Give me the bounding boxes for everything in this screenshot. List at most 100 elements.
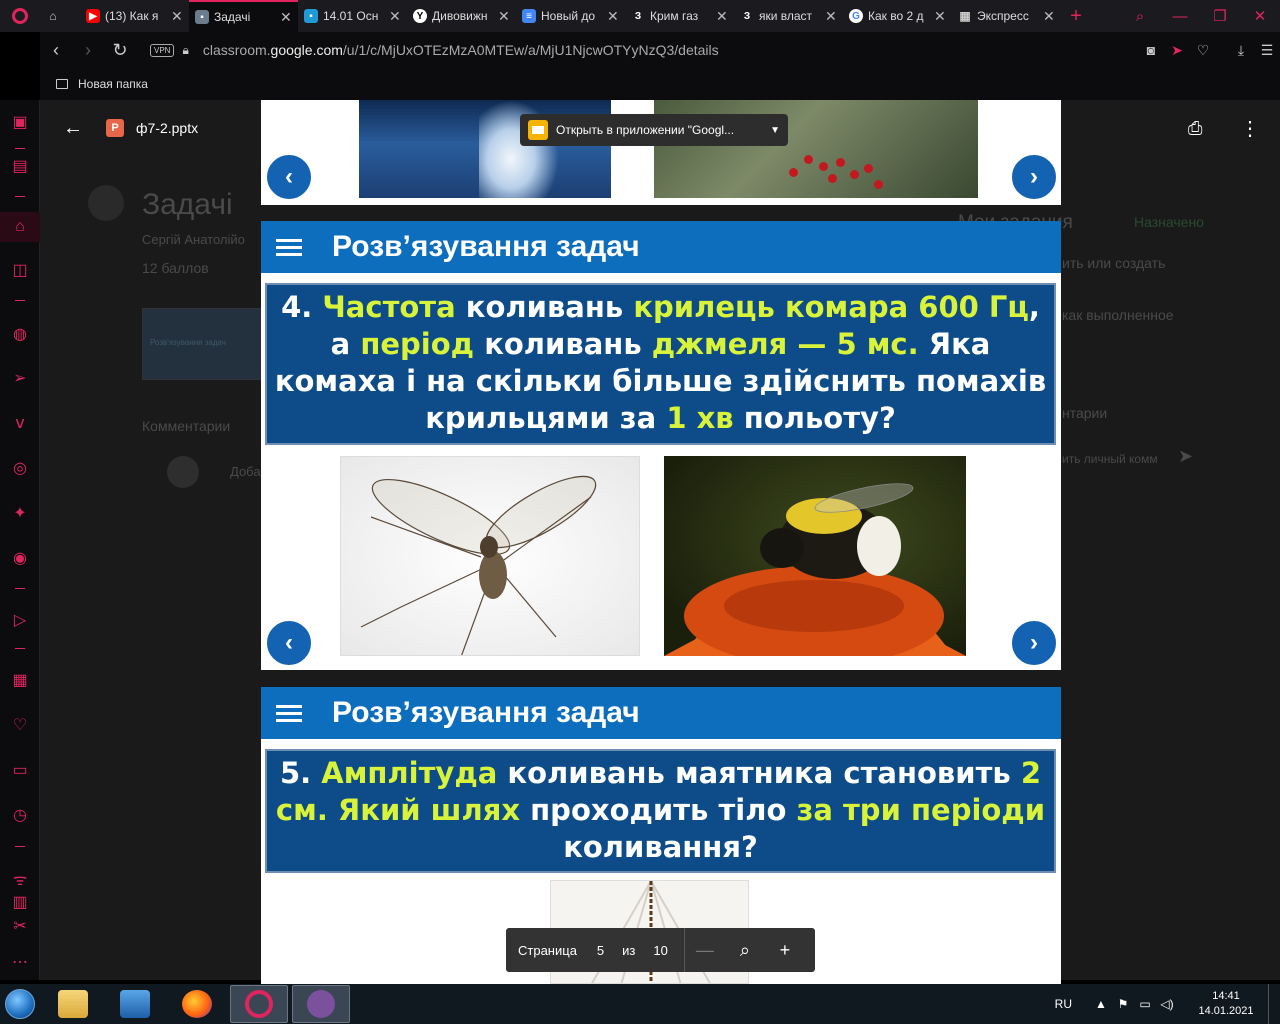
open-in-app-button[interactable]: Открыть в приложении "Googl... ▼ xyxy=(520,114,788,146)
slide-next-button[interactable]: › xyxy=(1010,153,1058,201)
wifi-icon[interactable]: ᯤ xyxy=(0,868,40,890)
twitter-icon[interactable]: ✦ xyxy=(0,503,40,523)
camera-icon[interactable]: ◙ xyxy=(1138,42,1164,59)
close-tab-icon[interactable]: ✕ xyxy=(1043,8,1055,25)
tab-title: 14.01 Осн xyxy=(323,9,379,23)
minimize-icon[interactable]: — xyxy=(1160,8,1200,25)
close-window-icon[interactable]: ✕ xyxy=(1240,7,1280,25)
discord-icon[interactable]: ◉ xyxy=(0,548,40,568)
extensions-icon[interactable]: ▦ xyxy=(0,670,40,690)
close-tab-icon[interactable]: ✕ xyxy=(389,8,401,25)
print-icon[interactable]: ⎙ xyxy=(1188,118,1202,139)
sidebar-divider xyxy=(15,588,25,589)
clock[interactable]: 14:41 14.01.2021 xyxy=(1184,989,1268,1019)
forward-icon[interactable]: › xyxy=(72,40,104,61)
tab-title: Задачі xyxy=(214,10,251,24)
whatsapp-icon[interactable]: ◍ xyxy=(0,324,40,344)
news-icon[interactable]: ▭ xyxy=(0,760,40,780)
tab-9[interactable]: ▦ Экспресс ✕ xyxy=(952,0,1061,32)
sidebar-divider xyxy=(15,648,25,649)
home-icon[interactable]: ⌂ xyxy=(0,218,40,236)
start-button[interactable] xyxy=(0,984,40,1024)
search-icon[interactable]: ⌕ xyxy=(1120,8,1160,25)
vk-icon[interactable]: ⅴ xyxy=(0,413,40,433)
opera-menu-icon[interactable] xyxy=(0,0,40,32)
flag-icon[interactable]: ⚑ xyxy=(1112,997,1134,1011)
tools-icon[interactable]: ✂ xyxy=(0,916,40,936)
twitch-icon[interactable]: ▤ xyxy=(0,156,40,176)
question-highlight: 600 Гц xyxy=(918,290,1029,324)
network-icon[interactable]: ▭ xyxy=(1134,997,1156,1011)
page-total: 10 xyxy=(653,942,668,958)
heart-icon[interactable]: ♡ xyxy=(0,715,40,735)
tab-0[interactable]: ⌂ xyxy=(40,0,80,32)
slide-prev-button[interactable]: ‹ xyxy=(265,153,313,201)
back-icon[interactable]: ‹ xyxy=(40,40,72,61)
tab-3[interactable]: ▪ 14.01 Осн ✕ xyxy=(298,0,407,32)
close-tab-icon[interactable]: ✕ xyxy=(280,9,292,26)
slide-next-button[interactable]: › xyxy=(1010,619,1058,667)
tab-7[interactable]: З яки власт ✕ xyxy=(734,0,843,32)
close-tab-icon[interactable]: ✕ xyxy=(171,8,183,25)
settings-menu-icon[interactable]: ☰ xyxy=(1254,42,1280,59)
zoom-out-button[interactable]: — xyxy=(685,940,725,961)
download-icon[interactable]: ⤓ xyxy=(1228,42,1254,59)
language-indicator[interactable]: RU xyxy=(1055,997,1072,1011)
add-create-button[interactable]: ить или создать xyxy=(1062,255,1165,271)
zoom-in-button[interactable]: + xyxy=(765,940,805,961)
private-comment-input[interactable]: ить личный комм xyxy=(1062,452,1158,466)
close-tab-icon[interactable]: ✕ xyxy=(607,8,619,25)
volume-icon[interactable]: ◁) xyxy=(1156,997,1178,1011)
close-tab-icon[interactable]: ✕ xyxy=(716,8,728,25)
url-field[interactable]: classroom.google.com/u/1/c/MjUxOTEzMzA0M… xyxy=(203,42,719,58)
more-icon[interactable]: ⋯ xyxy=(0,952,40,972)
close-tab-icon[interactable]: ✕ xyxy=(498,8,510,25)
tab-6[interactable]: З Крим газ ✕ xyxy=(625,0,734,32)
slide-prev-button[interactable]: ‹ xyxy=(265,619,313,667)
reload-icon[interactable]: ↻ xyxy=(104,40,136,61)
assignment-author: Сергій Анатолійо xyxy=(142,232,245,247)
show-desktop-button[interactable] xyxy=(1268,984,1280,1024)
viber-app[interactable] xyxy=(292,985,350,1023)
close-tab-icon[interactable]: ✕ xyxy=(825,8,837,25)
firefox-icon xyxy=(182,990,212,1018)
question-highlight: Амплітуда xyxy=(321,756,498,790)
page-number-input[interactable]: 5 xyxy=(597,943,604,958)
close-tab-icon[interactable]: ✕ xyxy=(934,8,946,25)
media-player-app[interactable] xyxy=(106,985,164,1023)
slide-header: Розв’язування задач xyxy=(261,221,1061,273)
instagram-icon[interactable]: ◎ xyxy=(0,458,40,478)
new-tab-button[interactable]: + xyxy=(1061,5,1091,28)
zoom-icon[interactable]: ⌕ xyxy=(725,940,765,961)
chevron-down-icon[interactable]: ▼ xyxy=(770,125,780,136)
tab-5[interactable]: ≡ Новый до ✕ xyxy=(516,0,625,32)
more-options-icon[interactable]: ⋮ xyxy=(1240,116,1260,141)
mark-done-button[interactable]: как выполненное xyxy=(1062,307,1174,323)
restore-icon[interactable]: ❐ xyxy=(1200,7,1240,25)
opera-app[interactable] xyxy=(230,985,288,1023)
vpn-badge[interactable]: VPN xyxy=(150,43,175,57)
lock-icon[interactable]: 🔒︎ xyxy=(182,43,188,58)
explorer-app[interactable] xyxy=(44,985,102,1023)
bookmark-folder[interactable]: Новая папка xyxy=(78,77,148,91)
question-fragment: коливань xyxy=(474,327,652,361)
gaming-icon[interactable]: ◫ xyxy=(0,260,40,280)
send-icon[interactable]: ➤ xyxy=(1178,446,1193,467)
comment-input[interactable]: Доба xyxy=(230,464,261,479)
shopping-icon[interactable]: ▣ xyxy=(0,112,40,132)
telegram-icon[interactable]: ➢ xyxy=(0,368,40,388)
tab-1[interactable]: ▶ (13) Как я ✕ xyxy=(80,0,189,32)
close-viewer-icon[interactable]: ← xyxy=(40,117,106,140)
tray-expand-icon[interactable]: ▲ xyxy=(1090,997,1112,1011)
z-icon: З xyxy=(634,10,642,22)
tab-8[interactable]: G Как во 2 д ✕ xyxy=(843,0,952,32)
flow-icon[interactable]: ▷ xyxy=(0,610,40,630)
tab-4[interactable]: Y Дивовижн ✕ xyxy=(407,0,516,32)
battery-icon[interactable]: ▥ xyxy=(0,892,40,912)
firefox-app[interactable] xyxy=(168,985,226,1023)
history-icon[interactable]: ◷ xyxy=(0,805,40,825)
heart-icon[interactable]: ♡ xyxy=(1190,42,1216,59)
send-icon[interactable]: ➤ xyxy=(1164,42,1190,59)
tab-2[interactable]: ▪ Задачі ✕ xyxy=(189,0,298,32)
sidebar-divider xyxy=(15,300,25,301)
